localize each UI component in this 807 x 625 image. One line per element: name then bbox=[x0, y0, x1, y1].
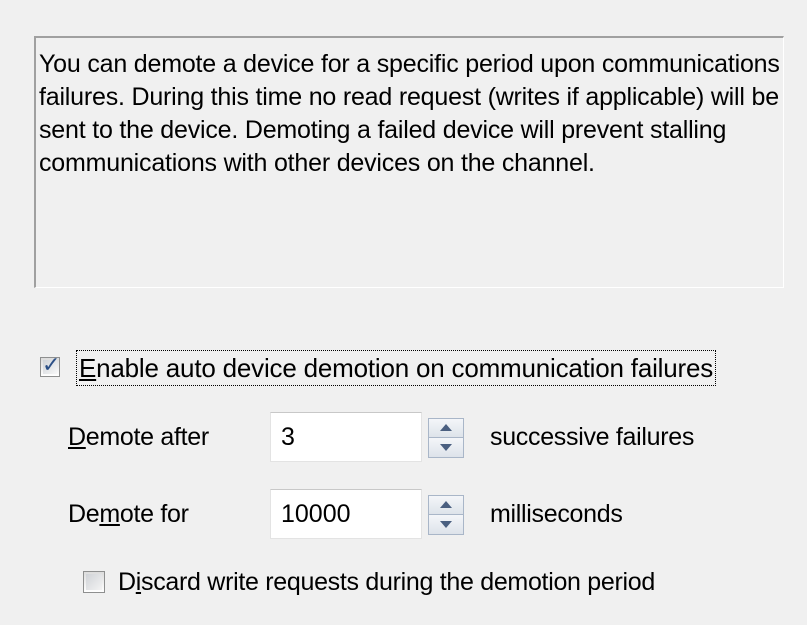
demote-after-label: Demote after bbox=[68, 423, 209, 451]
discard-writes-checkbox[interactable] bbox=[83, 571, 105, 593]
demotion-settings-panel: You can demote a device for a specific p… bbox=[0, 0, 807, 625]
enable-demotion-label[interactable]: Enable auto device demotion on communica… bbox=[76, 350, 717, 386]
demote-after-stepper[interactable] bbox=[428, 418, 464, 458]
demote-for-input[interactable]: 10000 bbox=[270, 489, 422, 539]
demote-for-stepper[interactable] bbox=[428, 495, 464, 535]
arrow-down-icon bbox=[440, 444, 452, 451]
enable-demotion-checkbox[interactable]: ✓ bbox=[40, 353, 60, 378]
demote-after-decrement-button[interactable] bbox=[429, 438, 463, 457]
arrow-up-icon bbox=[440, 424, 452, 431]
arrow-down-icon bbox=[440, 521, 452, 528]
discard-writes-label[interactable]: Discard write requests during the demoti… bbox=[118, 566, 655, 598]
description-text: You can demote a device for a specific p… bbox=[39, 50, 780, 177]
arrow-up-icon bbox=[440, 501, 452, 508]
check-mark-icon: ✓ bbox=[42, 353, 61, 378]
description-box: You can demote a device for a specific p… bbox=[34, 36, 784, 288]
demote-for-decrement-button[interactable] bbox=[429, 515, 463, 534]
demote-after-increment-button[interactable] bbox=[429, 419, 463, 438]
demote-for-increment-button[interactable] bbox=[429, 496, 463, 515]
demote-after-suffix: successive failures bbox=[490, 423, 695, 451]
demote-for-label: Demote for bbox=[68, 500, 189, 528]
demote-after-input[interactable]: 3 bbox=[270, 412, 422, 462]
demote-for-suffix: milliseconds bbox=[490, 500, 623, 528]
